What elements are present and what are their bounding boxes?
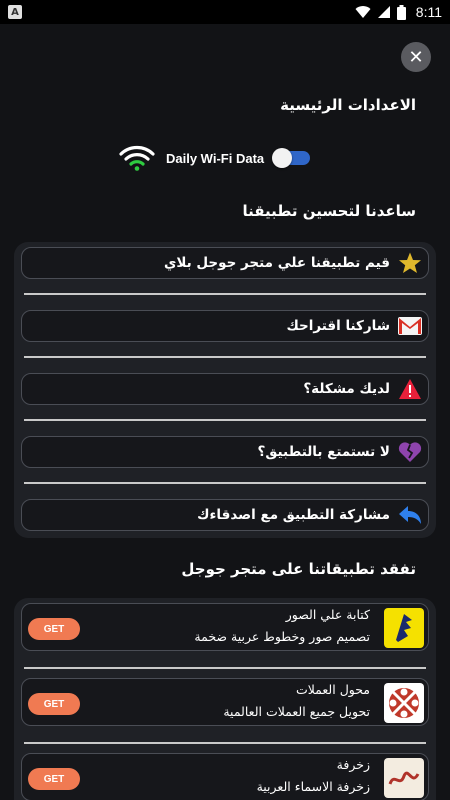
app-name: محول العملات [295,682,370,697]
not-enjoying-item[interactable]: لا تستمتع بالتطبيق؟ [21,436,429,468]
gmail-icon [398,314,422,338]
wifi-data-label: Daily Wi-Fi Data [166,150,265,166]
currency-converter-app-icon [384,683,424,723]
divider [24,482,426,484]
help-card: قيم تطبيقنا علي متجر جوجل بلاي شاركنا اق… [14,242,436,538]
apps-section-title: تفقد تطبيقاتنا على متجر جوجل [181,560,416,578]
wifi-data-icon [119,146,155,171]
apps-card: GET كتابة علي الصور تصميم صور وخطوط عربي… [14,598,436,800]
warning-icon [398,377,422,401]
star-icon [398,251,422,275]
help-section-title: ساعدنا لتحسين تطبيقنا [242,202,417,220]
battery-icon [396,4,406,20]
share-arrow-icon [398,503,422,527]
app-item[interactable]: GET محول العملات تحويل جميع العملات العا… [21,678,429,726]
app-description: زخرفة الاسماء العربية [256,779,370,794]
app-notification-icon: A [8,5,22,19]
get-button[interactable]: GET [28,768,80,790]
divider [24,293,426,295]
app-name: زخرفة [336,757,370,772]
share-app-label: مشاركة التطبيق مع اصدقاءك [197,507,390,523]
app-item[interactable]: GET كتابة علي الصور تصميم صور وخطوط عربي… [21,603,429,651]
rate-app-item[interactable]: قيم تطبيقنا علي متجر جوجل بلاي [21,247,429,279]
zakhrafa-app-icon [384,758,424,798]
not-enjoying-label: لا تستمتع بالتطبيق؟ [257,444,390,460]
signal-icon [377,6,390,18]
wifi-data-setting: Daily Wi-Fi Data [118,144,328,172]
divider [24,356,426,358]
divider [24,667,426,669]
app-description: تصميم صور وخطوط عربية ضخمة [194,629,370,644]
suggestion-label: شاركنا اقتراحك [286,318,390,334]
app-item[interactable]: GET زخرفة زخرفة الاسماء العربية [21,753,429,800]
app-name: كتابة علي الصور [285,607,370,622]
close-button[interactable]: ✕ [401,42,431,72]
clock: 8:11 [415,4,442,20]
divider [24,419,426,421]
main-settings-title: الاعدادات الرئيسية [280,96,416,114]
wifi-icon [355,6,371,19]
close-icon: ✕ [408,46,424,68]
text-on-photos-app-icon [384,608,424,648]
wifi-data-toggle[interactable] [272,148,311,168]
share-app-item[interactable]: مشاركة التطبيق مع اصدقاءك [21,499,429,531]
app-description: تحويل جميع العملات العالمية [223,704,370,719]
status-bar: A 8:11 [0,0,450,24]
toggle-knob [272,148,293,168]
divider [24,742,426,744]
get-button[interactable]: GET [28,693,80,715]
rate-app-label: قيم تطبيقنا علي متجر جوجل بلاي [163,255,390,271]
problem-label: لديك مشكلة؟ [303,381,390,397]
broken-heart-icon [398,440,422,464]
get-button[interactable]: GET [28,618,80,640]
suggestion-item[interactable]: شاركنا اقتراحك [21,310,429,342]
problem-item[interactable]: لديك مشكلة؟ [21,373,429,405]
